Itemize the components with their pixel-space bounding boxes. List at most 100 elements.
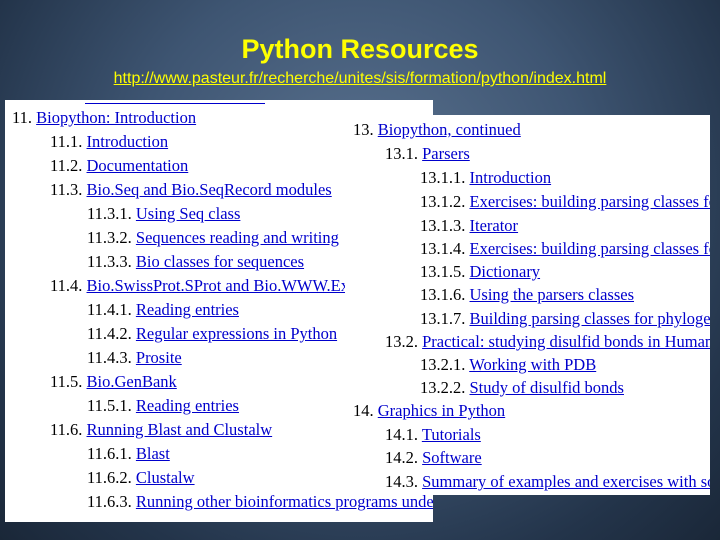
toc-number: 11.3.1. bbox=[87, 204, 132, 223]
toc-item[interactable]: 11. Biopython: Introduction bbox=[12, 108, 196, 128]
toc-number: 13.1.4. bbox=[420, 239, 466, 258]
toc-item[interactable]: 11.4. Bio.SwissProt.SProt and Bio.WWW.Ex… bbox=[50, 276, 386, 296]
toc-item[interactable]: 11.3.3. Bio classes for sequences bbox=[87, 252, 304, 272]
toc-number: 11.4.1. bbox=[87, 300, 132, 319]
toc-item[interactable]: 11.6. Running Blast and Clustalw bbox=[50, 420, 272, 440]
toc-number: 11.4. bbox=[50, 276, 83, 295]
toc-number: 11.1. bbox=[50, 132, 83, 151]
resource-url-link[interactable]: http://www.pasteur.fr/recherche/unites/s… bbox=[0, 70, 720, 88]
right-toc-panel: 13. Biopython, continued 13.1. Parsers 1… bbox=[345, 115, 710, 495]
toc-number: 11.5. bbox=[50, 372, 83, 391]
toc-item[interactable]: 11.6.3. Running other bioinformatics pro… bbox=[87, 492, 433, 512]
toc-item[interactable]: 13. Biopython, continued bbox=[353, 120, 521, 140]
slide-title: Python Resources bbox=[241, 34, 479, 64]
toc-item[interactable]: 13.2.2. Study of disulfid bonds bbox=[420, 378, 624, 398]
toc-link[interactable]: Bio.GenBank bbox=[87, 372, 177, 391]
toc-link[interactable]: Biopython: Introduction bbox=[36, 108, 196, 127]
toc-item[interactable]: 11.5. Bio.GenBank bbox=[50, 372, 177, 392]
toc-link[interactable]: Introduction bbox=[470, 168, 552, 187]
toc-link[interactable]: Bio classes for sequences bbox=[136, 252, 304, 271]
toc-number: 14. bbox=[353, 401, 374, 420]
cropped-link-fragment bbox=[85, 100, 265, 104]
toc-item[interactable]: 11.1. Introduction bbox=[50, 132, 168, 152]
toc-number: 13.2.1. bbox=[420, 355, 466, 374]
toc-item[interactable]: 14.2. Software bbox=[385, 448, 482, 468]
toc-item[interactable]: 11.3.2. Sequences reading and writing bbox=[87, 228, 339, 248]
toc-number: 11.6.3. bbox=[87, 492, 132, 511]
toc-number: 13. bbox=[353, 120, 374, 139]
toc-item[interactable]: 11.6.2. Clustalw bbox=[87, 468, 195, 488]
toc-link[interactable]: Using Seq class bbox=[136, 204, 241, 223]
toc-item[interactable]: 13.1.4. Exercises: building parsing clas… bbox=[420, 239, 710, 259]
toc-item[interactable]: 11.4.1. Reading entries bbox=[87, 300, 239, 320]
toc-number: 13.1.7. bbox=[420, 309, 466, 328]
toc-link[interactable]: Clustalw bbox=[136, 468, 195, 487]
toc-item[interactable]: 13.1.1. Introduction bbox=[420, 168, 551, 188]
toc-number: 13.1.2. bbox=[420, 192, 466, 211]
toc-link[interactable]: Running Blast and Clustalw bbox=[87, 420, 273, 439]
toc-link[interactable]: Tutorials bbox=[422, 425, 481, 444]
toc-number: 11.2. bbox=[50, 156, 83, 175]
toc-link[interactable]: Software bbox=[422, 448, 482, 467]
toc-number: 11.3. bbox=[50, 180, 83, 199]
toc-item[interactable]: 13.1.5. Dictionary bbox=[420, 262, 540, 282]
toc-number: 13.1.3. bbox=[420, 216, 466, 235]
toc-link[interactable]: Dictionary bbox=[470, 262, 541, 281]
toc-link[interactable]: Sequences reading and writing bbox=[136, 228, 339, 247]
toc-link[interactable]: Bio.Seq and Bio.SeqRecord modules bbox=[87, 180, 332, 199]
toc-link[interactable]: Iterator bbox=[470, 216, 519, 235]
toc-link[interactable]: Introduction bbox=[87, 132, 169, 151]
toc-item[interactable]: 14.3. Summary of examples and exercises … bbox=[385, 472, 710, 492]
toc-link[interactable]: Parsers bbox=[422, 144, 470, 163]
toc-number: 13.2.2. bbox=[420, 378, 466, 397]
toc-item[interactable]: 11.2. Documentation bbox=[50, 156, 188, 176]
toc-link[interactable]: Biopython, continued bbox=[378, 120, 521, 139]
toc-link[interactable]: Reading entries bbox=[136, 396, 239, 415]
toc-number: 13.1.6. bbox=[420, 285, 466, 304]
toc-number: 11.6.2. bbox=[87, 468, 132, 487]
toc-link[interactable]: Building parsing classes for phylogeneti… bbox=[470, 309, 711, 328]
toc-item[interactable]: 13.1.2. Exercises: building parsing clas… bbox=[420, 192, 710, 212]
toc-link[interactable]: Reading entries bbox=[136, 300, 239, 319]
toc-link[interactable]: Blast bbox=[136, 444, 170, 463]
toc-link[interactable]: Documentation bbox=[87, 156, 189, 175]
toc-item[interactable]: 13.1.6. Using the parsers classes bbox=[420, 285, 634, 305]
toc-number: 14.2. bbox=[385, 448, 418, 467]
toc-link[interactable]: Regular expressions in Python bbox=[136, 324, 337, 343]
toc-link[interactable]: Exercises: building parsing classes for … bbox=[470, 192, 711, 211]
toc-item[interactable]: 13.1.7. Building parsing classes for phy… bbox=[420, 309, 710, 329]
toc-link[interactable]: Using the parsers classes bbox=[470, 285, 635, 304]
toc-link[interactable]: Study of disulfid bonds bbox=[470, 378, 624, 397]
toc-link[interactable]: Practical: studying disulfid bonds in Hu… bbox=[422, 332, 710, 351]
toc-number: 13.1.5. bbox=[420, 262, 466, 281]
toc-item[interactable]: 11.5.1. Reading entries bbox=[87, 396, 239, 416]
toc-item[interactable]: 11.4.3. Prosite bbox=[87, 348, 182, 368]
toc-number: 11.3.2. bbox=[87, 228, 132, 247]
toc-number: 13.1. bbox=[385, 144, 418, 163]
toc-link[interactable]: Graphics in Python bbox=[378, 401, 505, 420]
toc-item[interactable]: 14.1. Tutorials bbox=[385, 425, 481, 445]
toc-item[interactable]: 11.3. Bio.Seq and Bio.SeqRecord modules bbox=[50, 180, 332, 200]
toc-number: 11.5.1. bbox=[87, 396, 132, 415]
toc-link[interactable]: Bio.SwissProt.SProt and Bio.WWW.ExPASy bbox=[87, 276, 387, 295]
toc-number: 14.1. bbox=[385, 425, 418, 444]
toc-item[interactable]: 13.2. Practical: studying disulfid bonds… bbox=[385, 332, 710, 352]
toc-number: 11.6. bbox=[50, 420, 83, 439]
toc-number: 11.4.3. bbox=[87, 348, 132, 367]
toc-item[interactable]: 14. Graphics in Python bbox=[353, 401, 505, 421]
toc-number: 13.2. bbox=[385, 332, 418, 351]
toc-number: 11.4.2. bbox=[87, 324, 132, 343]
toc-item[interactable]: 13.1. Parsers bbox=[385, 144, 470, 164]
toc-number: 11.6.1. bbox=[87, 444, 132, 463]
toc-number: 11.3.3. bbox=[87, 252, 132, 271]
toc-link[interactable]: Summary of examples and exercises with s… bbox=[422, 472, 710, 491]
toc-item[interactable]: 13.2.1. Working with PDB bbox=[420, 355, 596, 375]
toc-link[interactable]: Working with PDB bbox=[469, 355, 596, 374]
toc-item[interactable]: 11.6.1. Blast bbox=[87, 444, 170, 464]
toc-item[interactable]: 11.3.1. Using Seq class bbox=[87, 204, 240, 224]
toc-number: 13.1.1. bbox=[420, 168, 466, 187]
toc-link[interactable]: Exercises: building parsing classes for … bbox=[470, 239, 711, 258]
toc-item[interactable]: 11.4.2. Regular expressions in Python bbox=[87, 324, 337, 344]
toc-link[interactable]: Prosite bbox=[136, 348, 182, 367]
toc-item[interactable]: 13.1.3. Iterator bbox=[420, 216, 518, 236]
